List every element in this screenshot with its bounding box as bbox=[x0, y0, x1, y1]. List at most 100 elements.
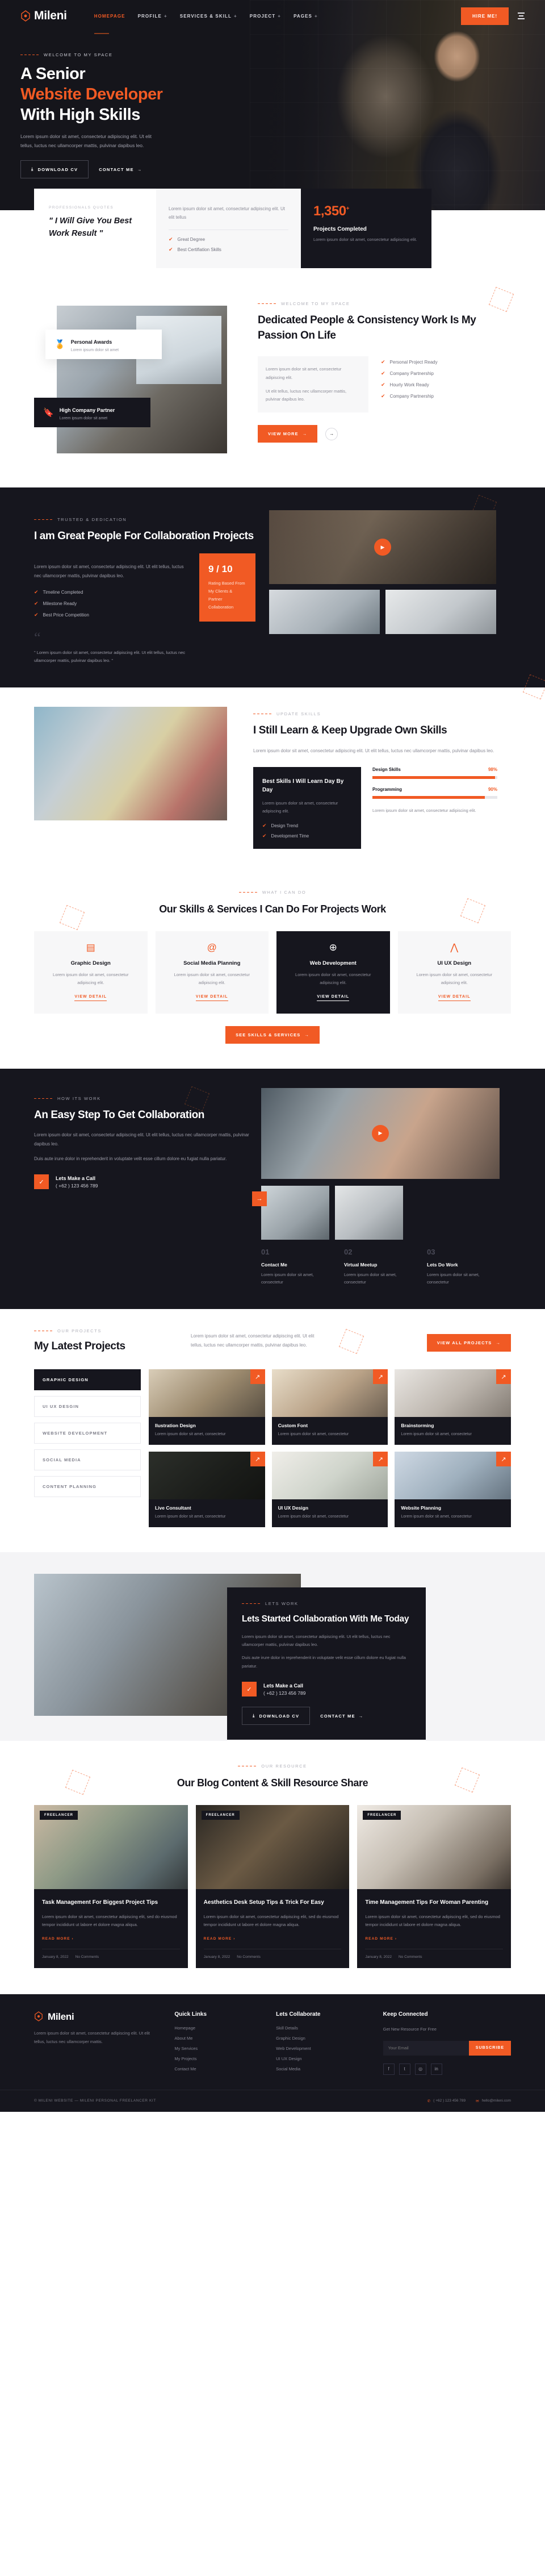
footer-link[interactable]: UI UX Design bbox=[276, 2056, 371, 2061]
footer-link[interactable]: My Services bbox=[174, 2046, 263, 2051]
blog-card[interactable]: FREELANCER Task Management For Biggest P… bbox=[34, 1805, 188, 1969]
skill-bar-value: 98% bbox=[488, 766, 497, 772]
contact-me-link[interactable]: CONTACT ME → bbox=[99, 167, 142, 172]
see-skills-services-button[interactable]: SEE SKILLS & SERVICES → bbox=[225, 1026, 320, 1044]
arrow-up-right-icon[interactable]: ↗ bbox=[373, 1452, 388, 1467]
floating-card-partner[interactable]: 🔖 High Company Partner Lorem ipsum dolor… bbox=[34, 398, 150, 428]
blog-card[interactable]: FREELANCER Time Management Tips For Woma… bbox=[357, 1805, 512, 1969]
project-card[interactable]: ↗ Ilustration Design Lorem ipsum dolor s… bbox=[149, 1369, 265, 1445]
service-view-detail-link[interactable]: VIEW DETAIL bbox=[195, 995, 228, 1001]
call-row[interactable]: ✓ Lets Make a Call ( +62 ) 123 456 789 bbox=[34, 1174, 250, 1190]
floating-card-awards[interactable]: 🏅 Personal Awards Lorem ipsum dolor sit … bbox=[45, 330, 162, 360]
footer-link[interactable]: Contact Me bbox=[174, 2066, 263, 2071]
project-card[interactable]: ↗ Live Consultant Lorem ipsum dolor sit … bbox=[149, 1452, 265, 1528]
thumbnail-image[interactable] bbox=[385, 590, 496, 635]
play-icon[interactable]: ▶ bbox=[372, 1124, 389, 1142]
quote-features-box: Lorem ipsum dolor sit amet, consectetur … bbox=[156, 189, 301, 269]
footer-newsletter-column: Keep Connected Get New Resource For Free… bbox=[383, 2011, 512, 2075]
subscribe-button[interactable]: SUBSCRIBE bbox=[468, 2040, 512, 2056]
service-card-web-development[interactable]: ⊕ Web Development Lorem ipsum dolor sit … bbox=[276, 931, 390, 1014]
arrow-up-right-icon[interactable]: ↗ bbox=[250, 1369, 265, 1385]
project-tab-content-planning[interactable]: CONTENT PLANNING bbox=[34, 1476, 141, 1498]
video-card[interactable]: ▶ bbox=[269, 510, 496, 585]
hamburger-icon[interactable] bbox=[518, 12, 525, 19]
next-slide-button[interactable]: → bbox=[325, 427, 338, 440]
service-view-detail-link[interactable]: VIEW DETAIL bbox=[317, 995, 350, 1001]
footer-link[interactable]: Graphic Design bbox=[276, 2036, 371, 2041]
project-tab-ui-ux-desgin[interactable]: UI UX DESGIN bbox=[34, 1396, 141, 1418]
project-tab-social-media[interactable]: SOCIAL MEDIA bbox=[34, 1449, 141, 1471]
service-title: Graphic Design bbox=[70, 960, 111, 966]
thumbnail-strip bbox=[269, 590, 496, 635]
blog-post-text: Lorem ipsum dolor sit amet, consectetur … bbox=[203, 1914, 339, 1928]
instagram-icon[interactable]: ◎ bbox=[414, 2063, 426, 2075]
project-title: Brainstorming bbox=[401, 1422, 434, 1428]
service-card-ui-ux-design[interactable]: ⋀ UI UX Design Lorem ipsum dolor sit ame… bbox=[397, 931, 511, 1014]
step-number: 03 bbox=[427, 1247, 435, 1256]
projects-title: My Latest Projects bbox=[34, 1340, 125, 1353]
next-arrow-button[interactable]: → bbox=[252, 1191, 267, 1206]
contact-me-label: CONTACT ME bbox=[99, 166, 134, 172]
tick-label: Company Partnership bbox=[389, 371, 434, 377]
view-all-projects-button[interactable]: VIEW ALL PROJECTS → bbox=[426, 1334, 511, 1352]
how-it-works-section: HOW ITS WORK An Easy Step To Get Collabo… bbox=[0, 1068, 545, 1310]
how-title: An Easy Step To Get Collaboration bbox=[34, 1108, 204, 1121]
project-tab-graphic-design[interactable]: GRAPHIC DESIGN bbox=[34, 1369, 141, 1391]
arrow-up-right-icon[interactable]: ↗ bbox=[496, 1369, 511, 1385]
service-card-graphic-design[interactable]: ▤ Graphic Design Lorem ipsum dolor sit a… bbox=[34, 931, 148, 1014]
nav-item-services-skill[interactable]: SERVICES & SKILL + bbox=[180, 14, 237, 19]
footer-email[interactable]: ✉ hello@mileni.com bbox=[476, 2099, 511, 2103]
newsletter-email-input[interactable] bbox=[383, 2040, 469, 2056]
footer-link[interactable]: Homepage bbox=[174, 2025, 263, 2031]
thumbnail-image[interactable] bbox=[335, 1185, 403, 1240]
project-card[interactable]: ↗ UI UX Design Lorem ipsum dolor sit ame… bbox=[271, 1452, 388, 1528]
project-card[interactable]: ↗ Brainstorming Lorem ipsum dolor sit am… bbox=[395, 1369, 511, 1445]
blog-card[interactable]: FREELANCER Aesthetics Desk Setup Tips & … bbox=[195, 1805, 350, 1969]
tick-label: Personal Project Ready bbox=[389, 360, 438, 365]
footer-link[interactable]: Skill Details bbox=[276, 2025, 371, 2031]
linkedin-icon[interactable]: in bbox=[430, 2063, 442, 2075]
nav-item-pages[interactable]: PAGES + bbox=[294, 14, 318, 19]
play-icon[interactable]: ▶ bbox=[374, 539, 391, 556]
chat-check-icon: ✓ bbox=[34, 1174, 49, 1190]
arrow-up-right-icon[interactable]: ↗ bbox=[496, 1452, 511, 1467]
view-more-button[interactable]: VIEW MORE → bbox=[258, 425, 318, 443]
about-actions: VIEW MORE → → bbox=[258, 425, 508, 443]
service-view-detail-link[interactable]: VIEW DETAIL bbox=[438, 995, 471, 1001]
footer-logo[interactable]: Mileni bbox=[34, 2011, 162, 2023]
footer-link[interactable]: About Me bbox=[174, 2036, 263, 2041]
facebook-icon[interactable]: f bbox=[383, 2063, 395, 2075]
footer-link[interactable]: Social Media bbox=[276, 2066, 371, 2071]
service-card-social-media-planning[interactable]: @ Social Media Planning Lorem ipsum dolo… bbox=[155, 931, 269, 1014]
brand-logo[interactable]: Mileni bbox=[20, 9, 67, 23]
project-card[interactable]: ↗ Custom Font Lorem ipsum dolor sit amet… bbox=[271, 1369, 388, 1445]
download-cv-button[interactable]: ⤓ DOWNLOAD CV bbox=[20, 160, 89, 179]
arrow-up-right-icon[interactable]: ↗ bbox=[250, 1452, 265, 1467]
read-more-link[interactable]: READ MORE › bbox=[365, 1937, 503, 1941]
thumbnail-image[interactable] bbox=[261, 1185, 329, 1240]
how-video-card[interactable]: ▶ bbox=[261, 1087, 500, 1179]
project-card[interactable]: ↗ Website Planning Lorem ipsum dolor sit… bbox=[395, 1452, 511, 1528]
hire-me-button[interactable]: HIRE ME! bbox=[461, 7, 509, 25]
cta-contact-me-link[interactable]: CONTACT ME → bbox=[320, 1714, 363, 1719]
nav-item-homepage[interactable]: HOMEPAGE bbox=[94, 14, 125, 34]
service-view-detail-link[interactable]: VIEW DETAIL bbox=[74, 995, 107, 1001]
footer-contact: ✆( +62 ) 123 456 789 ✉ hello@mileni.com bbox=[427, 2099, 511, 2103]
blog-section: OUR RESOURCE Our Blog Content & Skill Re… bbox=[0, 1741, 545, 1994]
thumbnail-image[interactable] bbox=[269, 590, 380, 635]
read-more-link[interactable]: READ MORE › bbox=[42, 1937, 180, 1941]
nav-item-profile[interactable]: PROFILE + bbox=[138, 14, 167, 19]
nav-item-project[interactable]: PROJECT + bbox=[250, 14, 281, 19]
footer-link[interactable]: My Projects bbox=[174, 2056, 263, 2061]
tick-label: Hourly Work Ready bbox=[389, 382, 429, 388]
footer-link[interactable]: Web Development bbox=[276, 2046, 371, 2051]
cta-download-cv-button[interactable]: ⤓ DOWNLOAD CV bbox=[242, 1707, 311, 1725]
how-thumbnails bbox=[261, 1185, 500, 1240]
arrow-up-right-icon[interactable]: ↗ bbox=[373, 1369, 388, 1385]
stat-text: Lorem ipsum dolor sit amet, consectetur … bbox=[313, 237, 417, 242]
read-more-link[interactable]: READ MORE › bbox=[204, 1937, 342, 1941]
twitter-icon[interactable]: t bbox=[399, 2063, 410, 2075]
cta-call-row[interactable]: ✓ Lets Make a Call ( +62 ) 123 456 789 bbox=[242, 1682, 411, 1697]
project-tab-website-development[interactable]: WEBSITE DEVELOPMENT bbox=[34, 1423, 141, 1444]
footer-phone[interactable]: ✆( +62 ) 123 456 789 bbox=[427, 2099, 466, 2103]
